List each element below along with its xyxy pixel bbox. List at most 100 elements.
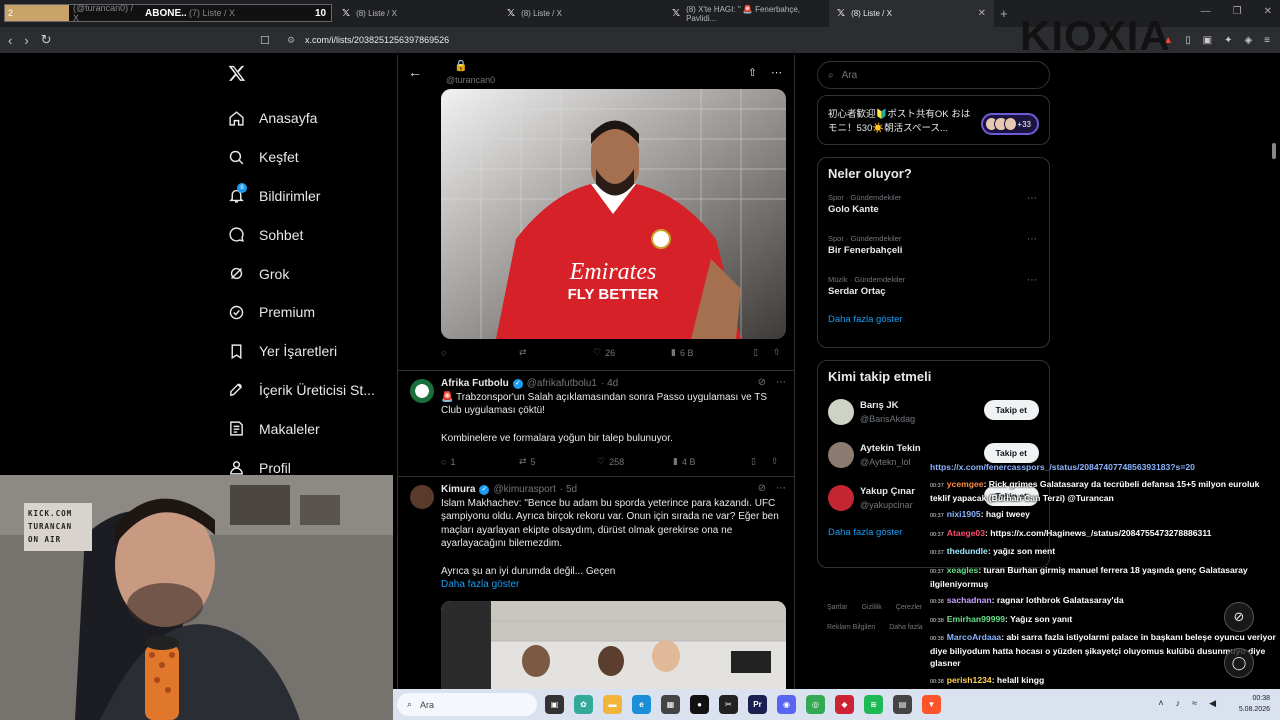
author-handle[interactable]: @kimurasport bbox=[493, 483, 555, 497]
more-icon[interactable]: ⋯ bbox=[776, 483, 786, 494]
avatar[interactable] bbox=[410, 379, 434, 403]
search-input[interactable]: ⌕ Ara bbox=[817, 61, 1050, 89]
follow-button[interactable]: Takip et bbox=[983, 400, 1039, 420]
close-window-icon[interactable]: ✕ bbox=[1264, 6, 1272, 17]
avatar[interactable] bbox=[828, 398, 854, 425]
more-icon[interactable]: ⋯ bbox=[1027, 234, 1037, 245]
grok-icon[interactable]: ⊘ bbox=[758, 483, 766, 494]
tab-2[interactable]: 𝕏 (8) Liste / X bbox=[334, 0, 499, 27]
more-icon[interactable]: ⋯ bbox=[1027, 193, 1037, 204]
nav-explore[interactable]: Keşfet bbox=[218, 138, 396, 177]
avatar[interactable] bbox=[828, 441, 854, 468]
close-icon[interactable]: ✕ bbox=[978, 8, 986, 19]
nav-bookmarks[interactable]: Yer İşaretleri bbox=[218, 332, 396, 371]
tab-4[interactable]: 𝕏 (8) X'te HAGI: " 🚨 Fenerbahçe, Pavlidi.… bbox=[664, 0, 829, 27]
tab-3[interactable]: 𝕏 (8) Liste / X bbox=[499, 0, 664, 27]
more-icon[interactable]: ⋯ bbox=[771, 66, 782, 79]
clock[interactable]: 00:38 5.08.2026 bbox=[1239, 693, 1270, 715]
share-icon[interactable]: ⇧ bbox=[771, 456, 779, 467]
wallet-icon[interactable]: ▣ bbox=[1203, 35, 1212, 46]
tweet[interactable]: Afrika Futbolu ✓ @afrikafutbolu1 · 4d 🚨 … bbox=[398, 370, 794, 476]
back-icon[interactable]: ‹ bbox=[8, 33, 12, 48]
trend-item[interactable]: Müzik · Gündemdekiler Serdar Ortaç ⋯ bbox=[818, 269, 1049, 310]
author-handle[interactable]: @afrikafutbolu1 bbox=[527, 377, 597, 391]
views-button[interactable]: ▮ 6 B bbox=[671, 347, 753, 358]
avatar[interactable] bbox=[410, 485, 434, 509]
reply-icon[interactable]: ○ bbox=[441, 347, 519, 358]
more-icon[interactable]: ⋯ bbox=[776, 377, 786, 388]
tab-active[interactable]: 𝕏 (8) Liste / X ✕ bbox=[829, 0, 994, 27]
nav-articles[interactable]: Makaleler bbox=[218, 409, 396, 448]
share-icon[interactable]: ⇧ bbox=[773, 347, 781, 358]
nav-chat[interactable]: Sohbet bbox=[218, 215, 396, 254]
footer-link[interactable]: Daha fazla bbox=[889, 624, 922, 631]
premiere-icon[interactable]: Pr bbox=[748, 695, 767, 714]
forward-icon[interactable]: › bbox=[24, 33, 28, 48]
maximize-icon[interactable]: ❐ bbox=[1233, 6, 1242, 17]
bookmark-icon[interactable]: ▯ bbox=[753, 347, 773, 358]
app-icon[interactable]: ▤ bbox=[893, 695, 912, 714]
post-time[interactable]: · 5d bbox=[560, 483, 577, 497]
space-card[interactable]: 初心者歓迎🔰ポスト共有OK おはモニ！530☀️朝活スペース... +33 bbox=[817, 95, 1050, 145]
messages-fab-icon[interactable]: ◯ bbox=[1224, 648, 1254, 678]
more-icon[interactable]: ⋯ bbox=[1027, 275, 1037, 286]
wifi-icon[interactable]: ≈ bbox=[1192, 698, 1197, 709]
nav-notifications[interactable]: 8 Bildirimler bbox=[218, 177, 396, 216]
chevron-up-icon[interactable]: ˄ bbox=[1158, 698, 1163, 709]
edge-icon[interactable]: e bbox=[632, 695, 651, 714]
store-icon[interactable]: ▦ bbox=[661, 695, 680, 714]
footer-link[interactable]: Gizlilik bbox=[862, 604, 882, 611]
nav-home[interactable]: Anasayfa bbox=[218, 99, 396, 138]
copilot-icon[interactable]: ✿ bbox=[574, 695, 593, 714]
bookmark-page-icon[interactable]: ☐ bbox=[260, 34, 270, 47]
repost-icon[interactable]: ⇄ bbox=[519, 347, 593, 358]
chrome-icon[interactable]: ◎ bbox=[806, 695, 825, 714]
site-info-icon[interactable]: ⚙ bbox=[287, 35, 295, 46]
grok-fab-icon[interactable]: ⊘ bbox=[1224, 602, 1254, 632]
views-button[interactable]: ▮ 4 B bbox=[673, 456, 751, 467]
repost-button[interactable]: ⇄ 5 bbox=[519, 456, 597, 467]
footer-link[interactable]: Reklam Bilgileri bbox=[827, 624, 875, 631]
like-button[interactable]: ♡ 26 bbox=[593, 347, 671, 358]
menu-icon[interactable]: ≡ bbox=[1264, 35, 1270, 46]
scrollbar-thumb[interactable] bbox=[1272, 143, 1276, 159]
author-name[interactable]: Afrika Futbolu bbox=[441, 377, 509, 391]
brave-icon[interactable]: ▼ bbox=[922, 695, 941, 714]
new-tab-button[interactable]: + bbox=[1000, 6, 1008, 21]
avatar[interactable] bbox=[828, 484, 854, 511]
grok-icon[interactable]: ⊘ bbox=[758, 377, 766, 388]
nav-premium[interactable]: Premium bbox=[218, 293, 396, 332]
post-time[interactable]: · 4d bbox=[601, 377, 618, 391]
trend-item[interactable]: Spor · Gündemdekiler Golo Kante ⋯ bbox=[818, 187, 1049, 228]
minimize-icon[interactable]: — bbox=[1201, 6, 1211, 17]
task-view-icon[interactable]: ▣ bbox=[545, 695, 564, 714]
author-name[interactable]: Kimura bbox=[441, 483, 475, 497]
reload-icon[interactable]: ↻ bbox=[41, 32, 52, 48]
leo-icon[interactable]: ✦ bbox=[1224, 35, 1232, 46]
nav-creator-studio[interactable]: İçerik Üreticisi St... bbox=[218, 371, 396, 410]
share-icon[interactable]: ⇧ bbox=[748, 66, 757, 79]
post-image-footballer[interactable]: Emirates FLY BETTER bbox=[441, 89, 786, 339]
back-arrow-icon[interactable]: ← bbox=[408, 64, 422, 80]
space-listeners[interactable]: +33 bbox=[981, 113, 1039, 135]
file-explorer-icon[interactable]: ▬ bbox=[603, 695, 622, 714]
app-icon[interactable]: ◆ bbox=[835, 695, 854, 714]
trend-item[interactable]: Spor · Gündemdekiler Bir Fenerbahçeli ⋯ bbox=[818, 228, 1049, 269]
bookmark-icon[interactable]: ▯ bbox=[751, 456, 771, 467]
follow-suggestion[interactable]: Barış JK @BarisAkdag Takip et bbox=[818, 390, 1049, 433]
footer-link[interactable]: Çerezler bbox=[896, 604, 922, 611]
reply-button[interactable]: ○ 1 bbox=[441, 456, 519, 467]
nav-grok[interactable]: Grok bbox=[218, 254, 396, 293]
vpn-icon[interactable]: ◈ bbox=[1244, 35, 1252, 46]
taskbar-search[interactable]: ⌕ Ara bbox=[397, 693, 537, 716]
follow-button[interactable]: Takip et bbox=[983, 443, 1039, 463]
mic-icon[interactable]: ♪ bbox=[1176, 698, 1181, 709]
volume-icon[interactable]: ◀ bbox=[1209, 698, 1216, 709]
capcut-icon[interactable]: ✂ bbox=[719, 695, 738, 714]
tab-first[interactable]: 2 (@turancan0) / X ABONE.. (7) Liste / X… bbox=[0, 0, 334, 27]
show-more-link[interactable]: Daha fazla göster bbox=[441, 578, 786, 592]
trends-show-more[interactable]: Daha fazla göster bbox=[818, 310, 1049, 335]
url-field[interactable]: x.com/i/lists/2038251256397869526 bbox=[305, 35, 449, 45]
discord-icon[interactable]: ◉ bbox=[777, 695, 796, 714]
x-logo-icon[interactable] bbox=[228, 64, 246, 82]
